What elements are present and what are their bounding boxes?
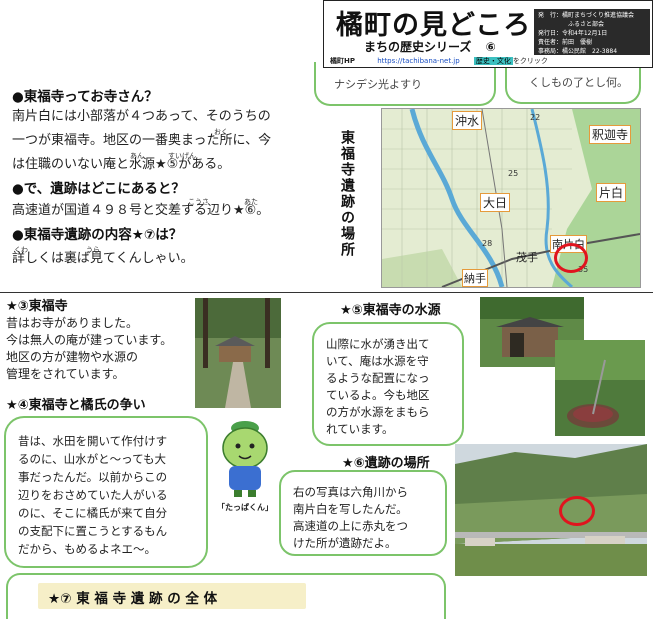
ruby-oku: おく (214, 128, 228, 136)
section-6-bubble: 右の写真は六角川から 南片白を写したんだ。 高速道の上に赤丸をつ けた所が遺跡だ… (279, 470, 447, 556)
category-tag[interactable]: 歴史・文化 (473, 57, 513, 65)
bubble-line: のに、そこに橘氏が来て自分 (18, 506, 168, 520)
masthead-info: 発 行：橘町まちづくり推進協議会 ふるさと部会 発行日：令和4年12月1日 責任… (534, 9, 650, 55)
mascot: 「たっぱくん」 (212, 418, 278, 516)
site-marker-circle (554, 243, 588, 273)
info-line: 責任者：前田 優樹 (538, 39, 593, 46)
bubble-line: 辺りをおさめていた人がいる (18, 488, 168, 502)
bubble-line: 高速道の上に赤丸をつ (293, 519, 408, 533)
ruby-suigen: すいげん (168, 152, 196, 160)
site-landscape-photo (455, 444, 647, 576)
masthead-title: 橘町の見どころ (336, 10, 532, 41)
info-line: ふるさと部会 (568, 21, 605, 28)
section-4-bubble-text: 昔は、水田を開いて作付けす るのに、山水がと～っても大 事だったんだ。以前からこ… (18, 432, 168, 558)
q2-line: 高速道が国道４９８号と交差する辺り★⑥。 (12, 203, 270, 218)
section-6-title: ★⑥遺跡の場所 (342, 456, 430, 471)
map-place-label: 大日 (480, 193, 511, 212)
section-6-bubble-text: 右の写真は六角川から 南片白を写したんだ。 高速道の上に赤丸をつ けた所が遺跡だ… (293, 484, 408, 552)
hp-url-link[interactable]: https://tachibana-net.jp (377, 57, 459, 65)
bubble-line: 右の写真は六角川から (293, 485, 408, 499)
bubble-line: 南片白を写したんだ。 (293, 502, 408, 516)
section-3-line: 今は無人の庵が建っています。 (6, 333, 173, 347)
info-line: 発 行：橘町まちづくり推進協議会 (538, 12, 635, 19)
bubble-line: るのに、山水がと～っても大 (18, 452, 167, 466)
bubble-line: れています。 (326, 422, 394, 436)
section-5-title: ★⑤東福寺の水源 (340, 303, 441, 318)
section-divider (0, 292, 653, 293)
bubble-line: るような配置になっ (326, 371, 430, 385)
masthead-number: ⑥ (485, 40, 496, 54)
masthead: 橘町の見どころ まちの歴史シリーズ ⑥ 橘町HP https://tachiba… (323, 0, 653, 68)
mascot-name: 「たっぱくん」 (217, 503, 273, 512)
ruby-atari: あた (244, 198, 258, 206)
hp-label: 橘町HP (330, 57, 355, 65)
bubble-line: だから、もめるよネエ～。 (18, 542, 156, 556)
bubble-line: 昔は、水田を開いて作付けす (18, 434, 168, 448)
bubble-line: 事だったんだ。以前からこの (18, 470, 168, 484)
section-3-title: ★③東福寺 (6, 299, 68, 314)
masthead-series: まちの歴史シリーズ (364, 40, 472, 54)
q1-line: 一つが東福寺。地区の一番奥まった所に、今 (12, 133, 272, 148)
section-3-line: 地区の方が建物や水源の (6, 350, 139, 364)
landscape-photo-image (455, 444, 647, 576)
location-map: 沖水 釈迦寺 片白 大日 南片白 納手 茂手 22 25 28 35 (381, 108, 641, 288)
bubble-line: の方が水源をまもら (326, 405, 430, 419)
ruby-kuwa: くわ (14, 246, 28, 254)
section-4-title: ★④東福寺と橘氏の争い (6, 398, 146, 413)
q3-line: 詳しくは裏ば見てくんしゃい。 (12, 251, 194, 266)
temple-photo-image (195, 298, 281, 408)
bubble-line: けた所が遺跡だよ。 (293, 536, 397, 550)
section-7-title: ★⑦ 東 福 寺 遺 跡 の 全 体 (48, 591, 218, 607)
section-5-bubble-text: 山際に水が湧き出て いて、庵は水源を守 るような配置になっ ているよ。今も地区 … (326, 336, 430, 438)
ruby-ura: うら (86, 246, 100, 254)
water-source-photo-spring (555, 340, 645, 436)
map-place-label: 納手 (462, 269, 488, 287)
category-tag-suffix: をクリック (512, 57, 548, 65)
bubble-line: の支配下に置こうとするもん (18, 524, 168, 538)
q1-line: は住職のいない庵と水源★⑤がある。 (12, 157, 231, 172)
bubble-line: ているよ。今も地区 (326, 388, 430, 402)
section-7-title-box: ★⑦ 東 福 寺 遺 跡 の 全 体 (38, 583, 306, 609)
site-marker-circle (559, 496, 595, 526)
bubble-line: 山際に水が湧き出て (326, 337, 430, 351)
spring-photo-image (555, 340, 645, 436)
mascot-image (222, 421, 268, 497)
intro-section: ●東福寺ってお寺さん？ 南片白には小部落が４つあって、そのうちの おく 一つが東… (12, 88, 312, 268)
masthead-link-row: 橘町HP https://tachibana-net.jp 歴史・文化 をクリック (330, 56, 548, 66)
map-grid-number: 25 (508, 169, 519, 178)
map-place-label: 釈迦寺 (589, 125, 632, 144)
bubble-line: いて、庵は水源を守 (326, 354, 429, 368)
section-3: ★③東福寺 昔はお寺がありました。 今は無人の庵が建っています。 地区の方が建物… (6, 298, 196, 383)
q1-title: ●東福寺ってお寺さん？ (12, 89, 158, 105)
info-line: 事務局：橘公民館 22-3884 (538, 48, 618, 55)
temple-photo (195, 298, 281, 408)
map-place-label: 茂手 (516, 251, 538, 264)
q3-title: ●東福寺遺跡の内容★⑦は？ (12, 227, 183, 243)
map-place-label: 沖水 (452, 111, 483, 130)
map-grid-number: 22 (530, 113, 541, 122)
fragment-text-right: くしもの了とし何。 (529, 76, 628, 89)
section-3-line: 昔はお寺がありました。 (6, 316, 139, 330)
ruby-an: あん (130, 152, 144, 160)
fragment-bubble-left: ナシデシ光よすり (314, 62, 496, 106)
section-3-line: 管理をされています。 (6, 367, 125, 381)
fragment-text-left: ナシデシ光よすり (334, 78, 422, 91)
q1-line: 南片白には小部落が４つあって、そのうちの (12, 109, 271, 124)
info-line: 発行日：令和4年12月1日 (538, 30, 608, 37)
masthead-series-row: まちの歴史シリーズ ⑥ (364, 38, 496, 55)
section-4-bubble: 昔は、水田を開いて作付けす るのに、山水がと～っても大 事だったんだ。以前からこ… (4, 416, 208, 568)
map-grid-number: 28 (482, 239, 493, 248)
map-place-label: 片白 (596, 183, 627, 202)
section-7-banner: ★⑦ 東 福 寺 遺 跡 の 全 体 (6, 573, 446, 619)
fragment-bubble-right: くしもの了とし何。 (505, 62, 641, 104)
ruby-kosa: こうさ (188, 198, 209, 206)
section-5-bubble: 山際に水が湧き出て いて、庵は水源を守 るような配置になっ ているよ。今も地区 … (312, 322, 464, 446)
map-location-label: 東福寺遺跡の場所 (339, 130, 355, 258)
q2-title: ●で、遺跡はどこにあると？ (12, 181, 185, 197)
